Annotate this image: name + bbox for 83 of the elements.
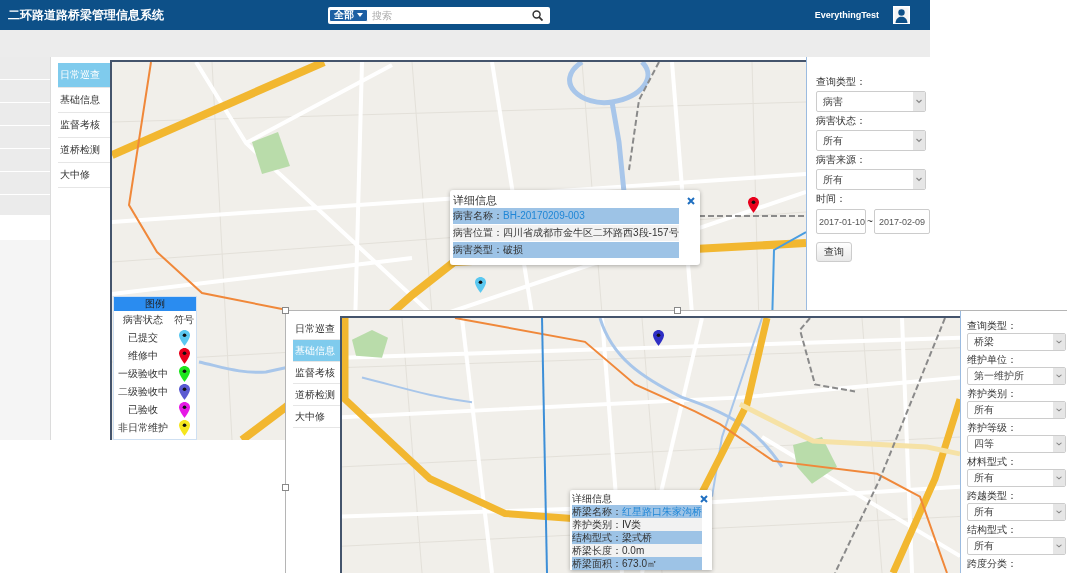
date-separator: ~ (866, 216, 874, 227)
filter-label: 养护类别： (967, 387, 1017, 400)
legend-label: 非日常维护 (117, 421, 169, 435)
detail-label: 病害位置： (453, 226, 503, 240)
detail-label: 桥梁名称： (572, 505, 622, 518)
detail-value: 破损 (503, 243, 523, 257)
resize-handle-icon[interactable] (282, 484, 289, 491)
legend-label: 一级验收中 (117, 367, 169, 381)
chevron-down-icon (913, 92, 925, 111)
popup-title: 详细信息 (572, 492, 612, 505)
legend-label: 维修中 (127, 349, 159, 363)
detail-value: 0.0m (622, 544, 645, 557)
detail-value: 673.0㎡ (622, 557, 658, 570)
filter-label: 跨度分类： (967, 557, 1017, 570)
chevron-down-icon (1053, 402, 1065, 418)
map-pin-icon[interactable] (475, 277, 486, 293)
nav-item[interactable]: 监督考核 (293, 362, 340, 384)
detail-value: 四川省成都市金牛区二环路西3段-157号 (503, 226, 679, 240)
detail-label: 桥梁面积： (572, 557, 622, 570)
nav-item[interactable]: 道桥检测 (293, 384, 340, 406)
filter-label: 时间： (816, 192, 846, 206)
date-field[interactable]: 2017-01-10 (816, 209, 866, 234)
chevron-down-icon (1053, 538, 1065, 554)
legend-label: 二级验收中 (117, 385, 169, 399)
user-name[interactable]: EverythingTest (814, 10, 879, 20)
dropdown[interactable]: 第一维护所 (967, 367, 1066, 385)
nav-item[interactable]: 大中修 (58, 163, 110, 188)
dropdown[interactable]: 四等 (967, 435, 1066, 453)
filter-label: 跨越类型： (967, 489, 1017, 502)
close-icon[interactable] (700, 494, 708, 503)
map-pin-icon[interactable] (748, 197, 759, 213)
dropdown[interactable]: 所有 (816, 169, 926, 190)
user-avatar-icon[interactable] (893, 6, 910, 24)
legend-label: 已提交 (127, 331, 159, 345)
filter-label: 病害来源： (816, 153, 866, 167)
filter-label: 结构型式： (967, 523, 1017, 536)
dropdown[interactable]: 所有 (816, 130, 926, 151)
legend-label: 已验收 (127, 403, 159, 417)
popup-title: 详细信息 (453, 193, 497, 208)
filter-label: 养护等级： (967, 421, 1017, 434)
filter-label: 查询类型： (967, 319, 1017, 332)
chevron-down-icon (913, 170, 925, 189)
nav-item[interactable]: 大中修 (293, 406, 340, 428)
chevron-down-icon (1053, 334, 1065, 350)
filter-label: 查询类型： (816, 75, 866, 89)
dropdown[interactable]: 所有 (967, 401, 1066, 419)
legend-column-header: 病害状态 (122, 313, 164, 327)
chevron-down-icon (1053, 504, 1065, 520)
filter-label: 维护单位： (967, 353, 1017, 366)
dropdown[interactable]: 所有 (967, 503, 1066, 521)
dropdown[interactable]: 病害 (816, 91, 926, 112)
chevron-down-icon (1053, 368, 1065, 384)
query-button[interactable]: 查询 (816, 242, 852, 262)
dropdown[interactable]: 所有 (967, 469, 1066, 487)
date-field[interactable]: 2017-02-09 (874, 209, 930, 234)
filter-label: 病害状态： (816, 114, 866, 128)
caret-icon (357, 13, 363, 17)
close-icon[interactable] (687, 196, 695, 205)
search-field[interactable]: 全部 搜索 (328, 6, 550, 24)
detail-label: 病害类型： (453, 243, 503, 257)
search-scope-button[interactable]: 全部 (329, 8, 368, 22)
app-title: 二环路道路桥梁管理信息系统 (8, 7, 165, 23)
legend-column-header: 符号 (173, 313, 195, 327)
map-pin-icon[interactable] (653, 330, 664, 346)
nav-item[interactable]: 基础信息 (58, 88, 110, 113)
chevron-down-icon (1053, 436, 1065, 452)
detail-label: 桥梁长度： (572, 544, 622, 557)
dropdown[interactable]: 所有 (967, 537, 1066, 555)
legend-title: 图例 (114, 297, 196, 311)
dropdown[interactable]: 桥梁 (967, 333, 1066, 351)
nav-item[interactable]: 道桥检测 (58, 138, 110, 163)
detail-label: 养护类别： (572, 518, 622, 531)
detail-value: Ⅳ类 (622, 518, 642, 531)
resize-handle-icon[interactable] (282, 307, 289, 314)
resize-handle-icon[interactable] (674, 307, 681, 314)
filter-label: 材料型式： (967, 455, 1017, 468)
nav-item[interactable]: 监督考核 (58, 113, 110, 138)
chevron-down-icon (913, 131, 925, 150)
search-icon[interactable] (532, 9, 543, 21)
detail-label: 结构型式： (572, 531, 622, 544)
chevron-down-icon (1053, 470, 1065, 486)
detail-value: 梁式桥 (622, 531, 652, 544)
detail-label: 病害名称： (453, 209, 503, 223)
